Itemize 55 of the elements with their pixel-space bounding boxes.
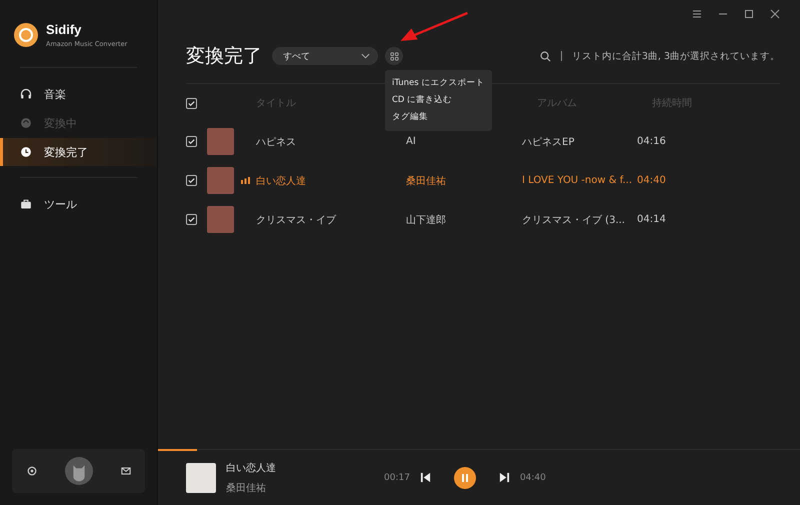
album-cover <box>207 128 234 155</box>
row-checkbox[interactable] <box>186 175 197 186</box>
next-icon[interactable] <box>498 472 510 483</box>
album-cover <box>186 462 216 492</box>
app-name: Sidify <box>46 22 82 37</box>
sidebar-item[interactable]: 変換完了 <box>0 138 157 166</box>
table-cell-text: 04:40 <box>637 175 667 186</box>
album-cover <box>207 206 234 233</box>
selection-summary: リスト内に合計3曲, 3曲が選択されています。 <box>572 50 780 62</box>
menu-item[interactable]: CD に書き込む <box>385 92 492 109</box>
elapsed-time: 00:17 <box>384 472 410 482</box>
table-cell-text: ハピネスEP <box>522 136 576 148</box>
chevron-down-icon <box>361 53 370 59</box>
table-cell-text: AI <box>406 136 417 147</box>
table-cell-text: クリスマス・イブ (3... <box>522 214 626 226</box>
play-pause-button[interactable] <box>454 466 476 488</box>
row-checkbox[interactable] <box>186 214 197 225</box>
headphones-icon <box>20 88 32 100</box>
row-checkbox[interactable] <box>186 136 197 147</box>
annotation-arrow <box>399 11 469 43</box>
sidebar-item[interactable]: ツール <box>0 190 157 218</box>
filter-dropdown[interactable]: すべて <box>272 47 378 65</box>
page-title: 変換完了 <box>186 44 262 69</box>
grid-menu-button[interactable] <box>385 47 403 65</box>
equalizer-icon <box>240 177 250 184</box>
grid-icon <box>390 52 398 60</box>
table-cell-text: I LOVE YOU -now & f... <box>522 175 634 186</box>
track-title: 白い恋人達 <box>226 462 277 474</box>
track-artist: 桑田佳祐 <box>226 482 267 494</box>
previous-icon[interactable] <box>420 472 431 483</box>
table-cell-text: 山下達郎 <box>406 214 447 226</box>
settings-icon[interactable] <box>26 465 38 477</box>
close-icon[interactable] <box>770 9 780 19</box>
table-cell-text: クリスマス・イブ <box>256 214 337 226</box>
clock-icon <box>20 146 32 158</box>
table-cell-text: ハピネス <box>256 136 297 148</box>
table-cell-text: 白い恋人達 <box>256 174 307 188</box>
table-cell-text: 桑田佳祐 <box>406 174 447 188</box>
menu-item[interactable]: タグ編集 <box>385 109 492 126</box>
search-icon[interactable] <box>540 50 551 62</box>
sidebar-item[interactable]: 音楽 <box>0 80 157 108</box>
menu-icon[interactable] <box>692 9 702 19</box>
album-cover <box>207 167 234 194</box>
maximize-icon[interactable] <box>744 9 754 19</box>
mail-icon[interactable] <box>120 465 132 477</box>
table-cell-text: 04:16 <box>637 136 667 147</box>
table-cell-text: 04:14 <box>637 214 667 225</box>
select-all-checkbox[interactable] <box>186 98 197 108</box>
avatar-icon[interactable] <box>64 457 92 485</box>
app-logo-icon <box>14 23 38 47</box>
toolbox-icon <box>20 198 32 210</box>
total-time: 04:40 <box>520 472 546 482</box>
pause-icon <box>460 472 470 482</box>
menu-item[interactable]: iTunes にエクスポート <box>385 75 492 92</box>
sync-icon <box>20 117 32 129</box>
